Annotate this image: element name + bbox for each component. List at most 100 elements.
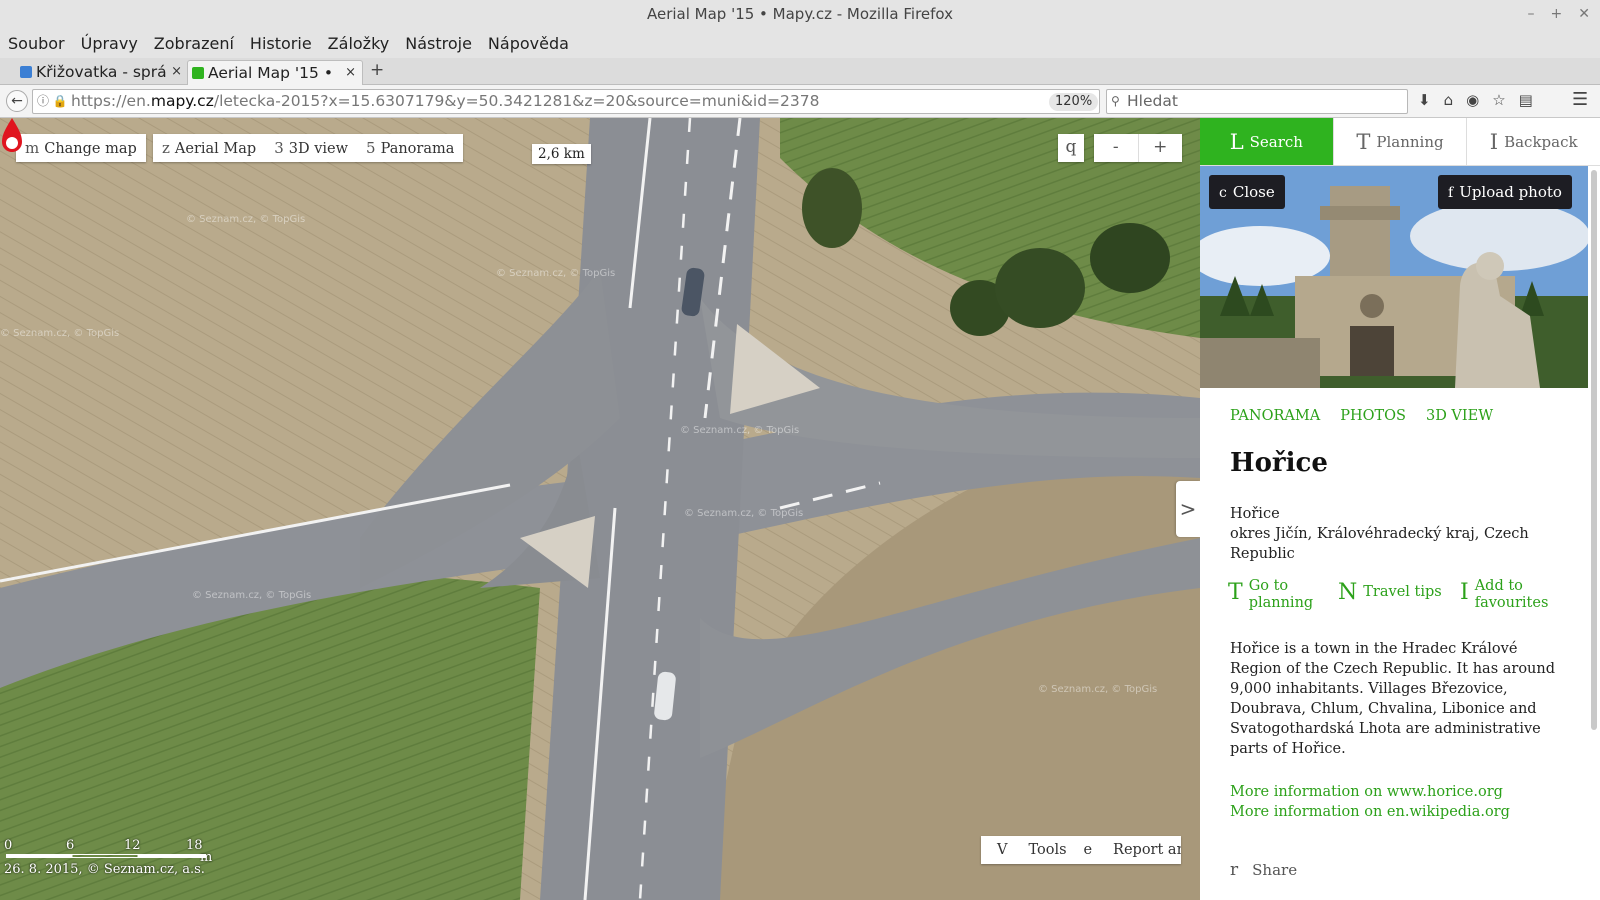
panorama-link[interactable]: PANORAMA: [1230, 408, 1320, 424]
tab-close-icon[interactable]: ×: [171, 60, 182, 84]
location-pin-icon[interactable]: [0, 118, 24, 158]
new-tab-button[interactable]: +: [370, 60, 384, 80]
map-watermark: © Seznam.cz, © TopGis: [0, 328, 120, 339]
change-map-button[interactable]: m Change map: [16, 134, 146, 162]
add-to-favourites-button[interactable]: I Add to favourites: [1460, 578, 1575, 612]
place-photo[interactable]: c Close f Upload photo: [1200, 166, 1588, 388]
menu-napoveda[interactable]: Nápověda: [480, 29, 577, 58]
map-scale: 0 6 12 18 m 26. 8. 2015, © Seznam.cz, a.…: [4, 838, 224, 898]
panel-tabs: L Search T Planning I Backpack: [1200, 118, 1600, 166]
photos-link[interactable]: PHOTOS: [1340, 408, 1406, 424]
planning-icon: T: [1228, 580, 1243, 605]
tab-planning[interactable]: T Planning: [1332, 118, 1468, 165]
map-search-button[interactable]: q: [1058, 134, 1084, 162]
aerial-imagery: [0, 118, 1200, 900]
lock-icon[interactable]: ⓘ 🔒: [37, 90, 68, 113]
hamburger-menu-icon[interactable]: ☰: [1572, 89, 1588, 110]
window-title: Aerial Map '15 • Mapy.cz - Mozilla Firef…: [646, 5, 954, 23]
menu-bar: Soubor Úpravy Zobrazení Historie Záložky…: [0, 29, 1600, 58]
wikipedia-link[interactable]: More information on en.wikipedia.org: [1230, 802, 1510, 822]
zoom-controls: - +: [1094, 134, 1182, 162]
favourites-icon: I: [1460, 580, 1469, 605]
scale-tick: 12: [124, 838, 141, 853]
place-description: Hořice is a town in the Hradec Králové R…: [1230, 641, 1556, 757]
scale-bar: [6, 854, 206, 858]
aerial-map-button[interactable]: z Aerial Map: [153, 134, 265, 162]
change-map-label: m Change map: [25, 139, 137, 157]
menu-soubor[interactable]: Soubor: [0, 29, 73, 58]
panel-scrollbar[interactable]: [1590, 166, 1598, 856]
tools-button[interactable]: V Tools: [981, 836, 1067, 864]
url-text: https://en.mapy.cz/letecka-2015?x=15.630…: [71, 92, 820, 110]
menu-historie[interactable]: Historie: [242, 29, 320, 58]
3d-view-button[interactable]: 3 3D view: [265, 134, 357, 162]
home-icon[interactable]: ⌂: [1444, 91, 1454, 109]
tab-search[interactable]: L Search: [1200, 118, 1333, 165]
share-icon: r: [1230, 860, 1239, 880]
map-watermark: © Seznam.cz, © TopGis: [496, 268, 616, 279]
close-photo-button[interactable]: c Close: [1209, 175, 1285, 209]
bookmark-star-icon[interactable]: ☆: [1492, 91, 1505, 109]
scale-tick: 0: [4, 838, 13, 853]
back-arrow-icon[interactable]: ←: [6, 90, 28, 112]
share-button[interactable]: r Share: [1230, 860, 1297, 880]
scale-tick: 6: [66, 838, 75, 853]
navigation-bar: ← ⓘ 🔒 https://en.mapy.cz/letecka-2015?x=…: [0, 85, 1600, 118]
backpack-tab-icon: I: [1489, 130, 1499, 154]
search-input[interactable]: ⚲ Hledat: [1106, 89, 1408, 114]
upload-photo-button[interactable]: f Upload photo: [1438, 175, 1572, 209]
address-line-2: okres Jičín, Královéhradecký kraj, Czech…: [1230, 526, 1529, 562]
tab-bar: Křižovatka - sprá × Aerial Map '15 • ×: [0, 58, 1600, 85]
search-placeholder: Hledat: [1127, 92, 1178, 110]
map-watermark: © Seznam.cz, © TopGis: [680, 425, 800, 436]
travel-tips-icon: N: [1338, 580, 1358, 605]
pocket-icon[interactable]: ◉: [1466, 91, 1479, 109]
map-watermark: © Seznam.cz, © TopGis: [684, 508, 804, 519]
travel-tips-button[interactable]: N Travel tips: [1338, 578, 1458, 608]
menu-zobrazeni[interactable]: Zobrazení: [146, 29, 242, 58]
tab-backpack[interactable]: I Backpack: [1467, 118, 1600, 165]
place-actions: T Go to planning N Travel tips I Add to …: [1228, 578, 1578, 618]
library-icon[interactable]: ▤: [1519, 91, 1533, 109]
zoom-level-badge[interactable]: 120%: [1049, 93, 1099, 111]
go-to-planning-button[interactable]: T Go to planning: [1228, 578, 1338, 612]
scrollbar-thumb[interactable]: [1591, 170, 1597, 730]
tab-aerial-map[interactable]: Aerial Map '15 • ×: [187, 60, 363, 85]
tab-krizovatka[interactable]: Křižovatka - sprá ×: [16, 60, 188, 85]
tab-close-icon[interactable]: ×: [345, 61, 356, 85]
url-bar[interactable]: ⓘ 🔒 https://en.mapy.cz/letecka-2015?x=15…: [32, 89, 1125, 114]
map-watermark: © Seznam.cz, © TopGis: [1038, 684, 1158, 695]
menu-upravy[interactable]: Úpravy: [73, 29, 146, 58]
download-icon[interactable]: ⬇: [1418, 91, 1431, 109]
3d-view-link[interactable]: 3D VIEW: [1426, 408, 1493, 424]
tab-label: Aerial Map '15 •: [208, 64, 333, 82]
window-titlebar: Aerial Map '15 • Mapy.cz - Mozilla Firef…: [0, 0, 1600, 29]
close-window-button[interactable]: ✕: [1578, 0, 1590, 29]
aerial-map[interactable]: © Seznam.cz, © TopGis © Seznam.cz, © Top…: [0, 118, 1200, 900]
menu-zalozky[interactable]: Záložky: [320, 29, 398, 58]
map-layer-toolbar: z Aerial Map 3 3D view 5 Panorama: [153, 134, 464, 162]
maximize-button[interactable]: +: [1551, 0, 1563, 29]
place-address: Hořice okres Jičín, Královéhradecký kraj…: [1230, 504, 1570, 564]
minimize-button[interactable]: –: [1528, 0, 1535, 29]
map-watermark: © Seznam.cz, © TopGis: [192, 590, 312, 601]
side-panel: L Search T Planning I Backpack c Close f Uplo…: [1200, 118, 1600, 900]
place-title: Hořice: [1230, 448, 1328, 478]
search-tab-icon: L: [1229, 130, 1244, 154]
zoom-in-button[interactable]: +: [1139, 134, 1183, 162]
tab-label: Křižovatka - sprá: [36, 63, 167, 81]
media-links: PANORAMA PHOTOS 3D VIEW: [1230, 408, 1493, 424]
search-icon: ⚲: [1111, 94, 1120, 108]
map-watermark: © Seznam.cz, © TopGis: [186, 214, 306, 225]
more-info-links: More information on www.horice.org More …: [1230, 782, 1510, 822]
horice-org-link[interactable]: More information on www.horice.org: [1230, 782, 1510, 802]
zoom-out-button[interactable]: -: [1094, 134, 1139, 162]
distance-label: 2,6 km: [532, 144, 591, 164]
favicon-icon: [20, 66, 32, 78]
menu-nastroje[interactable]: Nástroje: [397, 29, 480, 58]
mapy-favicon-icon: [192, 67, 204, 79]
collapse-panel-button[interactable]: >: [1176, 481, 1200, 537]
panorama-button[interactable]: 5 Panorama: [357, 134, 463, 162]
report-button[interactable]: e Report an: [1067, 836, 1181, 864]
address-line-1: Hořice: [1230, 506, 1280, 522]
